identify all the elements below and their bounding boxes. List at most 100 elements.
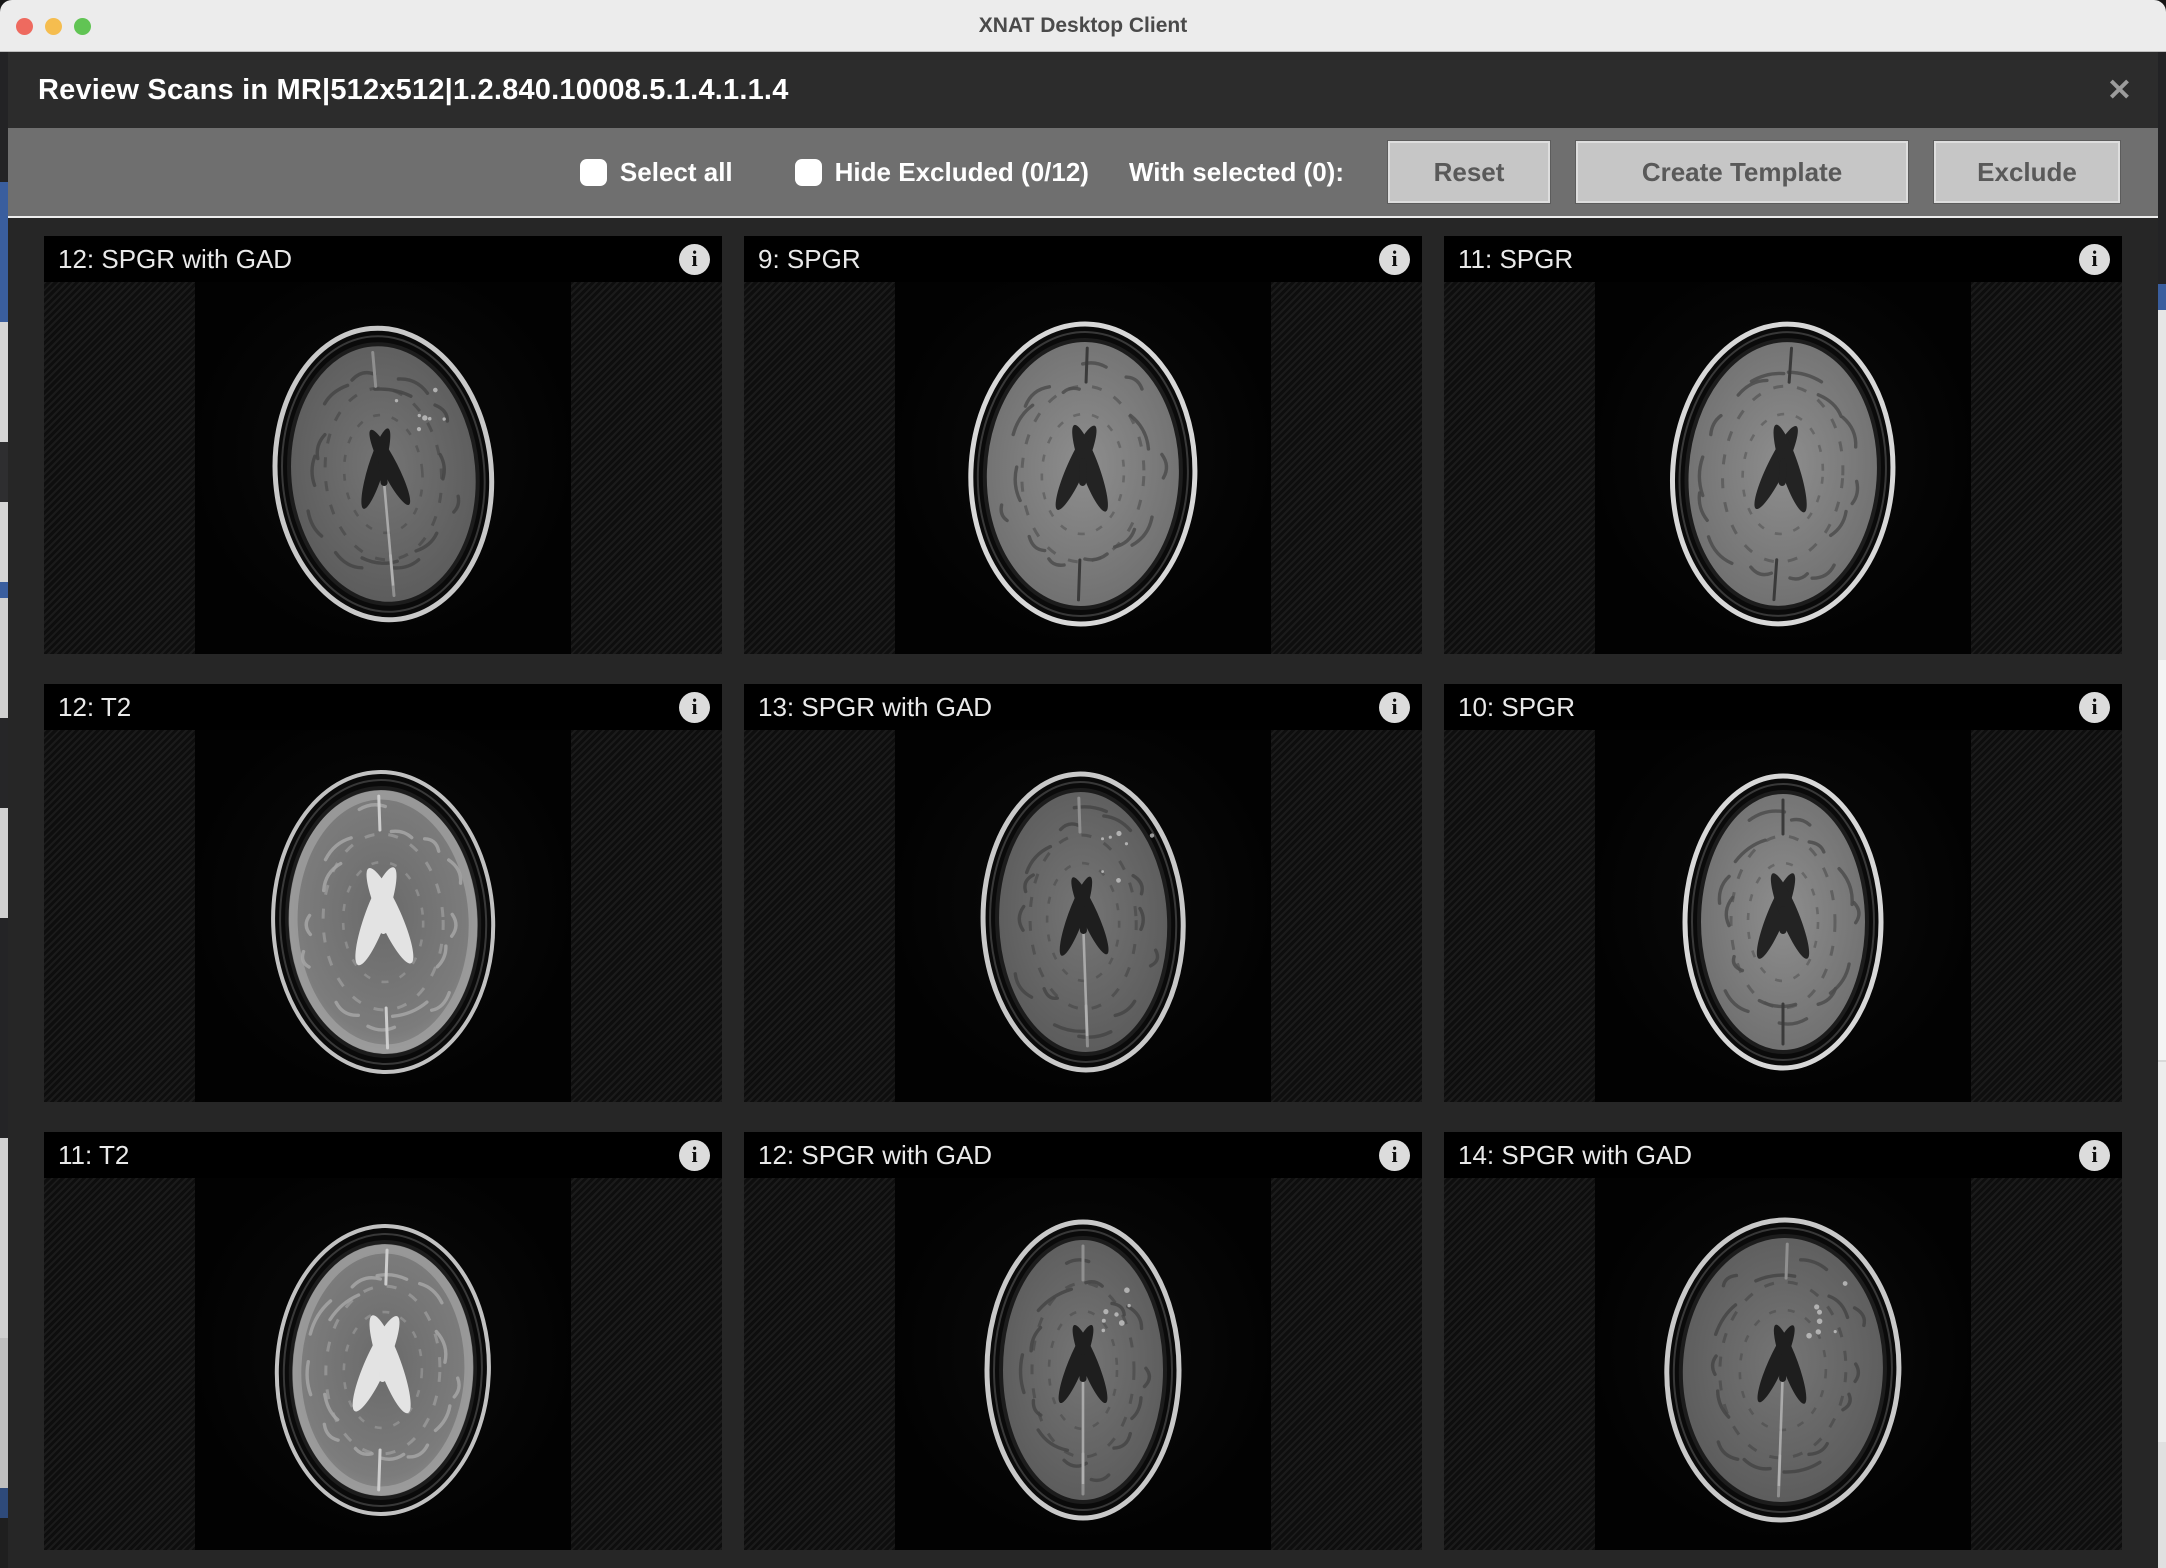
background-app-fragment [0, 598, 8, 718]
zoom-window-icon[interactable] [74, 18, 91, 35]
scan-tile[interactable]: 13: SPGR with GAD i [744, 684, 1422, 1102]
scan-tile-header: 12: SPGR with GAD i [744, 1132, 1422, 1178]
background-app-fragment [2158, 310, 2166, 660]
scan-thumbnail [895, 1178, 1271, 1550]
background-app-fragment [0, 442, 8, 502]
info-icon[interactable]: i [679, 692, 710, 723]
scan-thumbnail [1595, 1178, 1971, 1550]
scan-tile[interactable]: 14: SPGR with GAD i [1444, 1132, 2122, 1550]
scan-label: 14: SPGR with GAD [1458, 1140, 2079, 1171]
background-app-fragment [2158, 660, 2166, 1060]
scan-tile[interactable]: 12: SPGR with GAD i [44, 236, 722, 654]
scan-thumbnail [195, 1178, 571, 1550]
background-app-fragment [2158, 284, 2166, 310]
background-app-fragment [0, 322, 8, 442]
background-app-fragment [2158, 1062, 2166, 1442]
scan-label: 12: SPGR with GAD [758, 1140, 1379, 1171]
window-controls [16, 0, 91, 52]
background-app-fragment [0, 808, 8, 918]
background-app-fragment [0, 1518, 8, 1568]
hide-excluded-label: Hide Excluded (0/12) [835, 157, 1089, 188]
with-selected-label: With selected (0): [1129, 157, 1344, 188]
scan-tile[interactable]: 12: SPGR with GAD i [744, 1132, 1422, 1550]
info-icon[interactable]: i [679, 244, 710, 275]
app-window: XNAT Desktop Client Review Scans in MR|5… [0, 0, 2166, 1568]
create-template-button[interactable]: Create Template [1576, 141, 1908, 203]
scan-tile-header: 10: SPGR i [1444, 684, 2122, 730]
background-app-fragment [0, 1488, 8, 1518]
background-app-fragment [2158, 52, 2166, 284]
scan-tile-header: 14: SPGR with GAD i [1444, 1132, 2122, 1178]
scan-image-area[interactable] [44, 1178, 722, 1550]
scan-tile-header: 13: SPGR with GAD i [744, 684, 1422, 730]
scan-image-area[interactable] [1444, 730, 2122, 1102]
macos-titlebar: XNAT Desktop Client [0, 0, 2166, 52]
select-all-checkbox[interactable] [580, 159, 607, 186]
scan-tile[interactable]: 11: T2 i [44, 1132, 722, 1550]
scan-tile[interactable]: 9: SPGR i [744, 236, 1422, 654]
background-app-fragment [0, 52, 8, 182]
scan-label: 11: T2 [58, 1140, 679, 1171]
background-app-fragment [0, 718, 8, 808]
scan-label: 13: SPGR with GAD [758, 692, 1379, 723]
exclude-button[interactable]: Exclude [1934, 141, 2120, 203]
scan-label: 12: T2 [58, 692, 679, 723]
scan-thumbnail [1595, 282, 1971, 654]
background-app-fragment [0, 182, 8, 322]
review-scans-dialog: Review Scans in MR|512x512|1.2.840.10008… [8, 52, 2158, 1568]
scan-grid: 12: SPGR with GAD i 9: SPGR i [8, 218, 2158, 1568]
background-app-fragment [2158, 1442, 2166, 1568]
info-icon[interactable]: i [679, 1140, 710, 1171]
toolbar: Select all Hide Excluded (0/12) With sel… [8, 128, 2158, 218]
background-app-fragment [0, 918, 8, 1138]
scan-thumbnail [195, 730, 571, 1102]
background-app-fragment [0, 1338, 8, 1488]
scan-tile-header: 12: SPGR with GAD i [44, 236, 722, 282]
scan-tile[interactable]: 10: SPGR i [1444, 684, 2122, 1102]
dialog-title: Review Scans in MR|512x512|1.2.840.10008… [8, 74, 789, 107]
scan-image-area[interactable] [44, 282, 722, 654]
scan-image-area[interactable] [1444, 282, 2122, 654]
scan-tile-header: 12: T2 i [44, 684, 722, 730]
background-app-right-sliver [2158, 52, 2166, 1568]
scan-thumbnail [1595, 730, 1971, 1102]
scan-tile-header: 11: SPGR i [1444, 236, 2122, 282]
scan-label: 12: SPGR with GAD [58, 244, 679, 275]
select-all-checkbox-group[interactable]: Select all [580, 157, 733, 188]
reset-button[interactable]: Reset [1388, 141, 1550, 203]
background-app-left-sliver [0, 52, 8, 1568]
scan-label: 10: SPGR [1458, 692, 2079, 723]
info-icon[interactable]: i [2079, 1140, 2110, 1171]
hide-excluded-checkbox-group[interactable]: Hide Excluded (0/12) [795, 157, 1089, 188]
scan-label: 9: SPGR [758, 244, 1379, 275]
close-window-icon[interactable] [16, 18, 33, 35]
hide-excluded-checkbox[interactable] [795, 159, 822, 186]
background-app-fragment [0, 582, 8, 598]
scan-tile-header: 11: T2 i [44, 1132, 722, 1178]
info-icon[interactable]: i [1379, 1140, 1410, 1171]
scan-image-area[interactable] [744, 730, 1422, 1102]
scan-thumbnail [195, 282, 571, 654]
scan-image-area[interactable] [44, 730, 722, 1102]
background-app-fragment [0, 502, 8, 582]
info-icon[interactable]: i [2079, 244, 2110, 275]
info-icon[interactable]: i [2079, 692, 2110, 723]
scan-image-area[interactable] [744, 1178, 1422, 1550]
scan-image-area[interactable] [1444, 1178, 2122, 1550]
dialog-close-icon[interactable]: ✕ [2107, 52, 2132, 128]
background-app-fragment [0, 1138, 8, 1338]
info-icon[interactable]: i [1379, 692, 1410, 723]
window-title: XNAT Desktop Client [0, 14, 2166, 38]
scan-tile-header: 9: SPGR i [744, 236, 1422, 282]
scan-thumbnail [895, 730, 1271, 1102]
screen: XNAT Desktop Client Review Scans in MR|5… [0, 0, 2166, 1568]
scan-label: 11: SPGR [1458, 244, 2079, 275]
select-all-label: Select all [620, 157, 733, 188]
scan-tile[interactable]: 12: T2 i [44, 684, 722, 1102]
scan-thumbnail [895, 282, 1271, 654]
minimize-window-icon[interactable] [45, 18, 62, 35]
scan-tile[interactable]: 11: SPGR i [1444, 236, 2122, 654]
dialog-header: Review Scans in MR|512x512|1.2.840.10008… [8, 52, 2158, 128]
info-icon[interactable]: i [1379, 244, 1410, 275]
scan-image-area[interactable] [744, 282, 1422, 654]
